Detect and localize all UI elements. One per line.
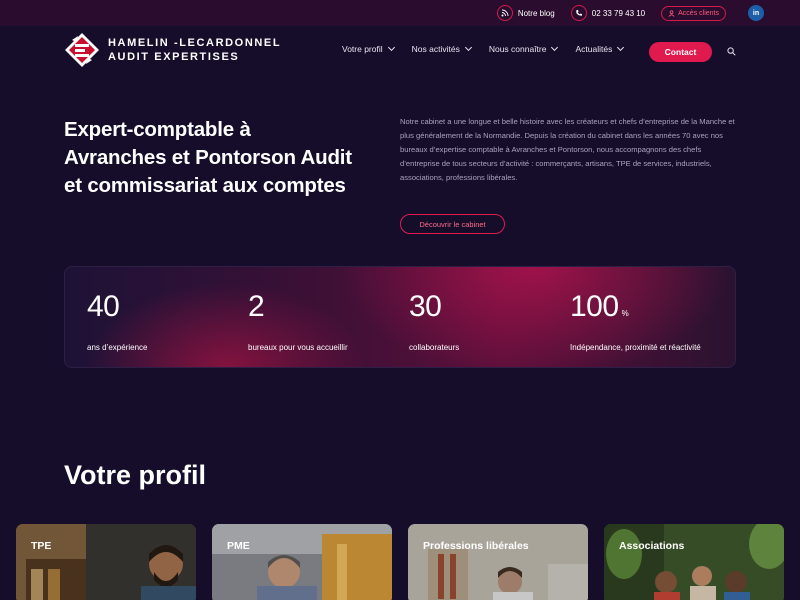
- stat-independence: 100% Indépendance, proximité et réactivi…: [570, 289, 701, 352]
- brand-logo[interactable]: HAMELIN -LECARDONNEL AUDIT EXPERTISES: [64, 32, 281, 68]
- stat-label: collaborateurs: [409, 343, 460, 352]
- chevron-down-icon: [551, 43, 559, 52]
- contact-button[interactable]: Contact: [649, 42, 712, 62]
- logo-mark-icon: [64, 32, 100, 68]
- stat-label: Indépendance, proximité et réactivité: [570, 343, 701, 352]
- stat-value: 40: [87, 290, 120, 323]
- stat-offices: 2 bureaux pour vous accueillir: [248, 289, 348, 352]
- linkedin-icon[interactable]: in: [748, 5, 764, 21]
- main-header: HAMELIN -LECARDONNEL AUDIT EXPERTISES Vo…: [0, 26, 800, 78]
- section-title-votre-profil: Votre profil: [64, 460, 207, 490]
- nav-item-nos-activites[interactable]: Nos activités: [411, 43, 472, 54]
- nav-item-label: Votre profil: [342, 44, 383, 54]
- stat-experience: 40 ans d’expérience: [87, 289, 147, 352]
- chevron-down-icon: [617, 43, 625, 52]
- user-icon: [668, 9, 675, 17]
- chevron-down-icon: [387, 43, 395, 52]
- client-access-button[interactable]: Accès clients: [661, 5, 726, 21]
- stat-value: 2: [248, 290, 265, 323]
- card-label: Professions libérales: [423, 540, 529, 552]
- card-photo: [16, 524, 196, 600]
- hero-title: Expert-comptable à Avranches et Pontorso…: [64, 118, 352, 197]
- blog-link-label: Notre blog: [517, 8, 555, 18]
- card-label: Associations: [619, 540, 685, 552]
- stats-panel: 40 ans d’expérience 2 bureaux pour vous …: [64, 266, 736, 368]
- card-photo: [604, 524, 784, 600]
- phone-icon: [570, 5, 587, 21]
- phone-link[interactable]: 02 33 79 43 10: [570, 5, 646, 21]
- nav-item-label: Actualités: [575, 44, 613, 54]
- stat-value: 100%: [570, 290, 629, 323]
- nav-item-votre-profil[interactable]: Votre profil: [342, 43, 395, 54]
- rss-icon: [496, 5, 513, 21]
- discover-cabinet-button[interactable]: Découvrir le cabinet: [400, 214, 505, 234]
- profile-card-pme[interactable]: PME: [212, 524, 392, 600]
- profile-card-associations[interactable]: Associations: [604, 524, 784, 600]
- stat-value: 30: [409, 290, 442, 323]
- brand-line-1: HAMELIN -LECARDONNEL: [108, 37, 282, 49]
- profile-card-tpe[interactable]: TPE: [16, 524, 196, 600]
- card-label: TPE: [31, 540, 52, 552]
- nav-item-nous-connaitre[interactable]: Nous connaître: [488, 43, 559, 54]
- chevron-down-icon: [464, 43, 472, 52]
- search-icon[interactable]: [727, 47, 736, 56]
- stat-staff: 30 collaborateurs: [409, 289, 459, 352]
- profile-card-professions-liberales[interactable]: Professions libérales: [408, 524, 588, 600]
- blog-link[interactable]: Notre blog: [496, 5, 555, 21]
- nav-item-label: Nous connaître: [488, 44, 547, 54]
- card-photo: [212, 524, 392, 600]
- hero-description: Notre cabinet a une longue et belle hist…: [400, 117, 735, 182]
- stat-label: bureaux pour vous accueillir: [248, 343, 348, 352]
- card-photo: [408, 524, 588, 600]
- nav-item-actualites[interactable]: Actualités: [575, 43, 625, 54]
- main-nav: Votre profil Nos activités Nous connaîtr…: [342, 43, 625, 54]
- brand-name: HAMELIN -LECARDONNEL AUDIT EXPERTISES: [108, 36, 281, 64]
- nav-item-label: Nos activités: [411, 44, 460, 54]
- client-access-label: Accès clients: [678, 9, 719, 17]
- brand-line-2: AUDIT EXPERTISES: [108, 51, 240, 63]
- stat-label: ans d’expérience: [87, 343, 148, 352]
- card-label: PME: [227, 540, 250, 552]
- phone-number: 02 33 79 43 10: [591, 8, 646, 18]
- top-utility-bar: Notre blog 02 33 79 43 10 Accès clients …: [0, 0, 800, 26]
